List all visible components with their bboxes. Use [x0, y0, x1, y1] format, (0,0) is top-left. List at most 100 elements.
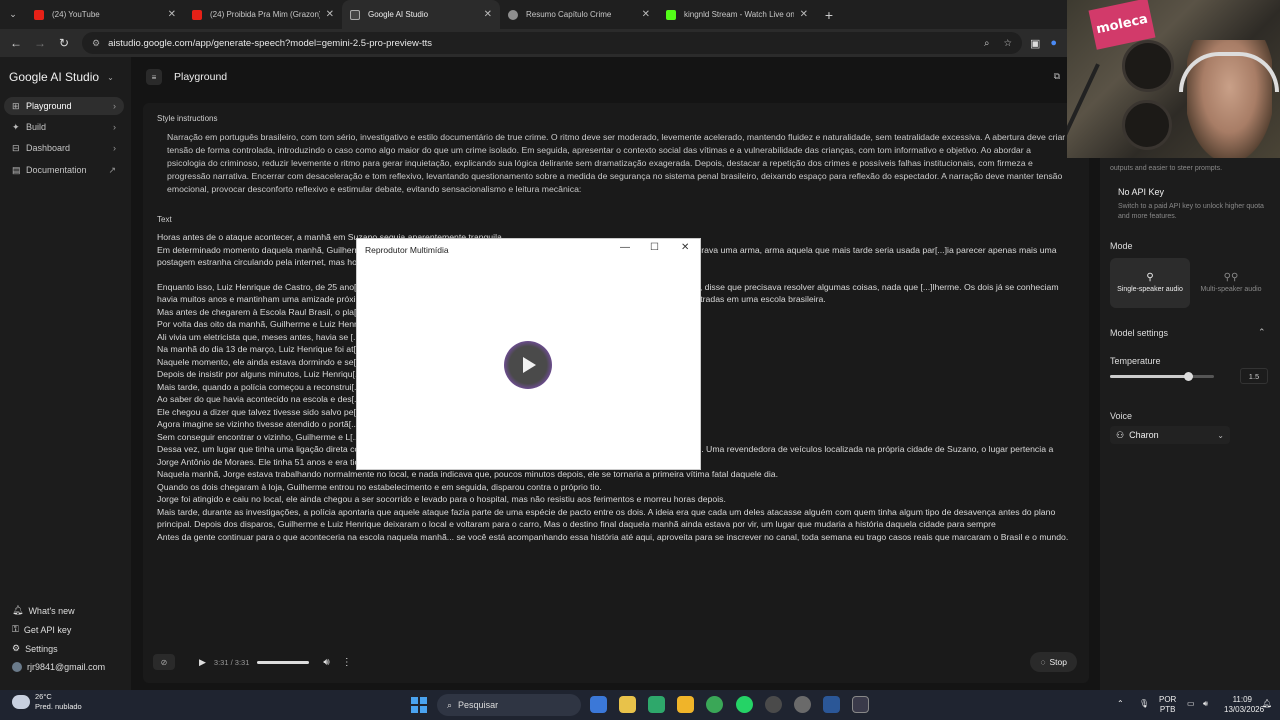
more-options-icon[interactable]: ⋮: [342, 657, 352, 668]
chevron-up-icon[interactable]: ⌃: [1258, 327, 1266, 338]
chevron-right-icon: ›: [113, 101, 116, 111]
no-api-key-card[interactable]: No API Key Switch to a paid API key to u…: [1118, 187, 1268, 222]
clock[interactable]: 11:09 13/03/2026: [1224, 695, 1265, 715]
tab-search-icon[interactable]: ⌄: [0, 0, 26, 29]
volume-icon[interactable]: 🔊︎: [1203, 699, 1208, 709]
taskbar-search[interactable]: ⌕ Pesquisar: [437, 694, 581, 716]
weather-widget[interactable]: 26°C Pred. nublado: [12, 692, 82, 712]
single-speaker-label: Single-speaker audio: [1117, 285, 1183, 293]
app-icon[interactable]: [648, 696, 665, 713]
zoom-icon[interactable]: ⌕: [984, 38, 989, 49]
brand-title: Google AI Studio: [9, 70, 100, 84]
play-icon[interactable]: ▶: [199, 657, 206, 668]
forward-icon[interactable]: →: [28, 36, 52, 50]
bookmark-star-icon[interactable]: ☆: [1003, 38, 1012, 49]
temperature-slider[interactable]: [1110, 372, 1214, 381]
account-link[interactable]: rjr9841@gmail.com: [12, 662, 105, 672]
network-icon[interactable]: ▭: [1187, 699, 1195, 708]
chevron-up-icon[interactable]: ⌃: [1117, 699, 1124, 708]
single-speaker-option[interactable]: ⚲ Single-speaker audio: [1110, 258, 1190, 308]
url-input[interactable]: ⚙ aistudio.google.com/app/generate-speec…: [82, 32, 1022, 54]
reload-icon[interactable]: ↻: [52, 36, 76, 50]
weather-desc: Pred. nublado: [35, 702, 82, 711]
language-indicator[interactable]: POR PTB: [1159, 695, 1176, 715]
file-explorer-icon[interactable]: [677, 696, 694, 713]
play-triangle-icon: [523, 357, 536, 373]
minimize-icon[interactable]: —: [620, 242, 630, 253]
chevron-down-icon: ⌄: [1217, 430, 1224, 440]
volume-icon[interactable]: 🔊︎: [323, 657, 329, 668]
close-tab-icon[interactable]: ✕: [168, 9, 176, 20]
sidebar-item-label: Dashboard: [26, 143, 71, 153]
chrome-icon[interactable]: [706, 696, 723, 713]
whatsapp-icon[interactable]: [736, 696, 753, 713]
settings-link[interactable]: ⚙ Settings: [12, 643, 58, 654]
language-code: POR: [1159, 695, 1177, 704]
get-api-key-link[interactable]: ⚿ Get API key: [12, 624, 71, 635]
temperature-input[interactable]: 1.5: [1240, 368, 1268, 384]
maximize-icon[interactable]: ☐: [650, 242, 659, 253]
obs-icon[interactable]: [794, 696, 811, 713]
copy-icon[interactable]: ⧉: [1054, 71, 1060, 82]
close-icon[interactable]: ✕: [681, 242, 689, 253]
page-title: Playground: [174, 71, 228, 83]
external-link-icon: ↗: [108, 164, 116, 175]
whats-new-link[interactable]: 🔔︎ What's new: [12, 605, 75, 616]
media-player-icon[interactable]: [852, 696, 869, 713]
text-paragraph: Quando os dois chegaram à loja, Guilherm…: [157, 481, 602, 492]
word-icon[interactable]: [823, 696, 840, 713]
browser-tab[interactable]: kingnld Stream - Watch Live on ✕: [658, 0, 816, 29]
browser-tab-active[interactable]: Google AI Studio ✕: [342, 0, 500, 29]
audio-toggle-button[interactable]: ⊘: [153, 654, 175, 670]
main-topbar: ≡ Playground ⧉: [131, 57, 1100, 97]
sidebar-item-label: Documentation: [26, 165, 87, 175]
browser-tab[interactable]: Resumo Capítulo Crime ✕: [500, 0, 658, 29]
microphone-icon[interactable]: 🎙︎: [1139, 699, 1149, 708]
notification-icon[interactable]: 🔔︎: [1262, 699, 1272, 708]
close-tab-icon[interactable]: ✕: [800, 9, 808, 20]
sidebar-item-playground[interactable]: ⊞ Playground ›: [4, 97, 124, 115]
style-instructions-input[interactable]: Narração em português brasileiro, com to…: [167, 131, 1071, 196]
media-play-button[interactable]: [504, 341, 552, 389]
extension-icons: ▣ ●: [1030, 37, 1057, 50]
site-info-icon[interactable]: ⚙: [92, 38, 100, 49]
voice-value: Charon: [1129, 430, 1159, 440]
app-icon[interactable]: [765, 696, 782, 713]
close-tab-icon[interactable]: ✕: [642, 9, 650, 20]
brand[interactable]: Google AI Studio ⌄: [9, 70, 114, 84]
media-player-window[interactable]: Reprodutor Multimídia — ☐ ✕: [356, 238, 701, 470]
stop-button[interactable]: ◌ Stop: [1030, 652, 1077, 672]
clock-time: 11:09: [1232, 695, 1252, 704]
browser-tab[interactable]: (24) Proibida Pra Mim (Grazon) ✕: [184, 0, 342, 29]
profile-icon[interactable]: ●: [1050, 37, 1057, 50]
sidebar-item-documentation[interactable]: ▤ Documentation ↗: [4, 161, 124, 179]
avatar: [12, 662, 22, 672]
audio-progress-bar[interactable]: [257, 660, 310, 664]
new-tab-button[interactable]: +: [816, 0, 842, 29]
voice-label: Voice: [1110, 411, 1133, 421]
extension-icon[interactable]: ▣: [1030, 37, 1040, 50]
clock-date: 13/03/2026: [1224, 705, 1265, 714]
build-icon: ✦: [12, 121, 20, 132]
person-icon: ⚲: [1146, 271, 1154, 283]
sidebar-item-dashboard[interactable]: ⊟ Dashboard ›: [4, 139, 124, 157]
app-icon[interactable]: [590, 696, 607, 713]
close-tab-icon[interactable]: ✕: [484, 9, 492, 20]
style-instructions-label: Style instructions: [157, 114, 218, 123]
back-icon[interactable]: ←: [4, 36, 28, 50]
text-label: Text: [157, 215, 172, 224]
audio-player-bar: ⊘ ▶ 3:31 / 3:31 🔊︎ ⋮ ◌ Stop: [143, 646, 1089, 678]
tab-title: (24) YouTube: [52, 10, 100, 19]
voice-select[interactable]: ⚇ Charon ⌄: [1110, 426, 1230, 444]
temperature-slider-handle[interactable]: [1184, 372, 1193, 381]
browser-tab[interactable]: (24) YouTube ✕: [26, 0, 184, 29]
collapse-sidebar-button[interactable]: ≡: [146, 69, 162, 85]
windows-start-icon[interactable]: [411, 697, 427, 713]
store-icon[interactable]: [619, 696, 636, 713]
sidebar-item-build[interactable]: ✦ Build ›: [4, 118, 124, 136]
text-paragraph: Mais tarde, durante as investigações, a …: [157, 506, 1056, 530]
people-icon: ⚲⚲: [1223, 271, 1239, 283]
close-tab-icon[interactable]: ✕: [326, 9, 334, 20]
multi-speaker-option[interactable]: ⚲⚲ Multi-speaker audio: [1191, 258, 1271, 308]
model-settings-header[interactable]: Model settings: [1110, 328, 1168, 338]
